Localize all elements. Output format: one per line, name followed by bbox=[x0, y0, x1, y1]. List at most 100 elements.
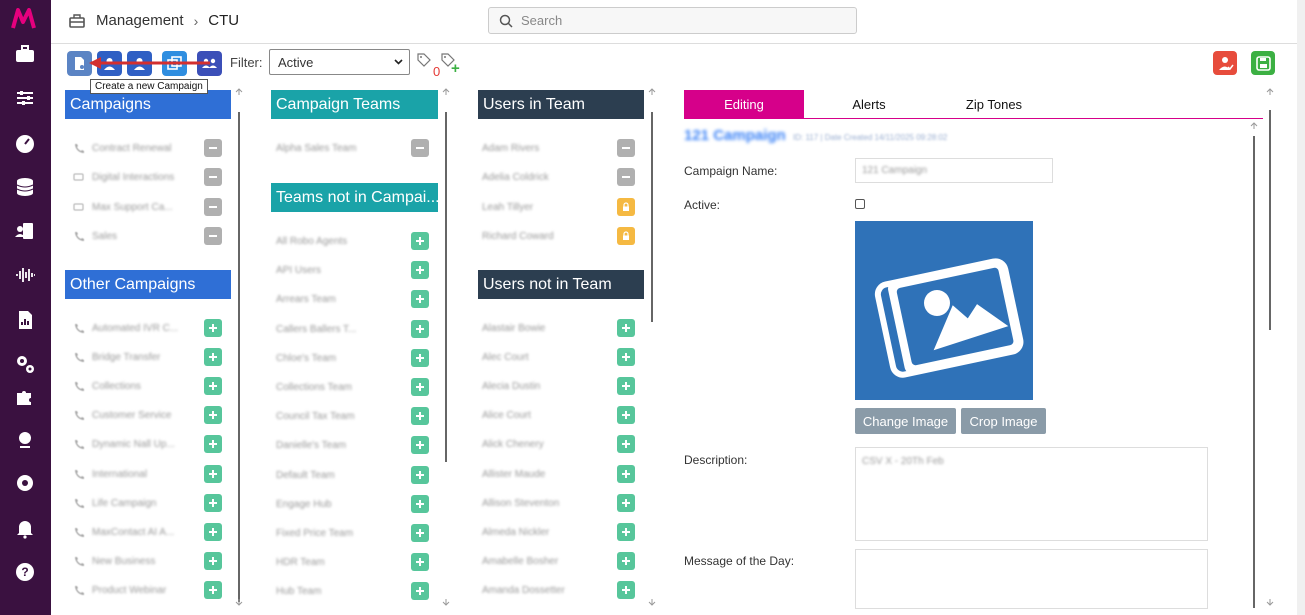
sliders-icon[interactable] bbox=[13, 86, 37, 110]
list-item[interactable]: Council Tax Team bbox=[276, 402, 426, 431]
add-button[interactable] bbox=[204, 580, 222, 599]
add-button[interactable] bbox=[617, 406, 635, 425]
list-item[interactable]: Allister Maude bbox=[482, 460, 632, 489]
add-button[interactable] bbox=[617, 377, 635, 396]
lock-button[interactable] bbox=[617, 226, 635, 245]
add-button[interactable] bbox=[204, 348, 222, 367]
teams-scrollbar[interactable] bbox=[442, 88, 450, 608]
add-button[interactable] bbox=[411, 407, 429, 426]
add-button[interactable] bbox=[411, 319, 429, 338]
scroll-up-icon[interactable] bbox=[235, 88, 243, 96]
list-item[interactable]: Automated IVR C... bbox=[73, 314, 223, 343]
list-item[interactable]: Amanda Dossetter bbox=[482, 576, 632, 605]
crop-image-button[interactable]: Crop Image bbox=[961, 408, 1046, 434]
list-item[interactable]: All Robo Agents bbox=[276, 227, 426, 256]
list-item[interactable]: HDR Team bbox=[276, 548, 426, 577]
list-item[interactable]: API Users bbox=[276, 256, 426, 285]
add-button[interactable] bbox=[204, 435, 222, 454]
contacts-icon[interactable] bbox=[13, 219, 37, 243]
add-button[interactable] bbox=[204, 319, 222, 337]
change-image-button[interactable]: Change Image bbox=[855, 408, 956, 434]
add-button[interactable] bbox=[204, 551, 222, 570]
briefcase-icon[interactable] bbox=[13, 42, 37, 66]
breadcrumb-root[interactable]: Management bbox=[96, 12, 184, 29]
list-item[interactable]: Richard Coward bbox=[482, 222, 632, 251]
add-button[interactable] bbox=[411, 524, 429, 542]
add-button[interactable] bbox=[411, 261, 429, 280]
remove-button[interactable] bbox=[204, 226, 222, 245]
motd-textarea[interactable] bbox=[855, 549, 1208, 609]
remove-button[interactable] bbox=[204, 139, 222, 157]
headset-icon[interactable] bbox=[13, 427, 37, 451]
add-tag-plus[interactable]: + bbox=[451, 60, 460, 77]
list-item[interactable]: Callers Ballers T... bbox=[276, 315, 426, 344]
add-button[interactable] bbox=[411, 465, 429, 484]
list-item[interactable]: Arrears Team bbox=[276, 285, 426, 314]
filter-select[interactable]: Active bbox=[269, 49, 410, 75]
list-item[interactable]: Default Team bbox=[276, 461, 426, 490]
add-button[interactable] bbox=[204, 522, 222, 541]
bell-icon[interactable] bbox=[13, 516, 37, 540]
list-item[interactable]: Max Support Ca... bbox=[73, 193, 223, 222]
add-button[interactable] bbox=[411, 436, 429, 455]
list-item[interactable]: Dynamic Nall Up... bbox=[73, 430, 223, 459]
list-item[interactable]: Alice Court bbox=[482, 401, 632, 430]
list-item[interactable]: Fixed Price Team bbox=[276, 519, 426, 548]
list-item[interactable]: New Business bbox=[73, 547, 223, 576]
list-item[interactable]: Alick Chenery bbox=[482, 430, 632, 459]
add-button[interactable] bbox=[411, 553, 429, 572]
list-item[interactable]: Adam Rivers bbox=[482, 134, 632, 163]
list-item[interactable]: Chloe's Team bbox=[276, 344, 426, 373]
app-logo-icon[interactable] bbox=[11, 8, 39, 30]
save-button[interactable] bbox=[1251, 51, 1275, 75]
add-button[interactable] bbox=[411, 582, 429, 601]
lock-button[interactable] bbox=[617, 197, 635, 216]
add-button[interactable] bbox=[204, 464, 222, 483]
list-item[interactable]: Leah Tillyer bbox=[482, 193, 632, 222]
database-icon[interactable] bbox=[13, 175, 37, 199]
list-item[interactable]: Alastair Bowie bbox=[482, 314, 632, 343]
scroll-down-icon[interactable] bbox=[235, 598, 243, 606]
report-icon[interactable] bbox=[13, 308, 37, 332]
remove-button[interactable] bbox=[204, 168, 222, 187]
list-item[interactable]: Life Campaign bbox=[73, 489, 223, 518]
list-item[interactable]: Digital Interactions bbox=[73, 163, 223, 192]
remove-button[interactable] bbox=[411, 139, 429, 157]
add-button[interactable] bbox=[411, 494, 429, 513]
remove-button[interactable] bbox=[617, 168, 635, 187]
tag-icon[interactable] bbox=[417, 53, 431, 67]
list-item[interactable]: Customer Service bbox=[73, 401, 223, 430]
scroll-up-icon[interactable] bbox=[1266, 88, 1274, 96]
remove-button[interactable] bbox=[204, 197, 222, 216]
form-scrollbar[interactable] bbox=[1250, 122, 1258, 608]
remove-button[interactable] bbox=[617, 139, 635, 157]
add-button[interactable] bbox=[411, 232, 429, 250]
scroll-down-icon[interactable] bbox=[648, 598, 656, 606]
add-button[interactable] bbox=[617, 493, 635, 512]
add-button[interactable] bbox=[617, 319, 635, 337]
list-item[interactable]: Product Webinar bbox=[73, 576, 223, 605]
add-button[interactable] bbox=[617, 464, 635, 483]
remove-user-button[interactable] bbox=[1213, 51, 1237, 75]
add-button[interactable] bbox=[204, 406, 222, 425]
add-button[interactable] bbox=[204, 377, 222, 396]
list-item[interactable]: Collections bbox=[73, 372, 223, 401]
detail-scrollbar[interactable] bbox=[1266, 88, 1274, 608]
list-item[interactable]: Bridge Transfer bbox=[73, 343, 223, 372]
audio-wave-icon[interactable] bbox=[13, 263, 37, 287]
list-item[interactable]: Alpha Sales Team bbox=[276, 134, 426, 163]
add-button[interactable] bbox=[617, 580, 635, 599]
scroll-up-icon[interactable] bbox=[442, 88, 450, 96]
scroll-up-icon[interactable] bbox=[648, 88, 656, 96]
add-button[interactable] bbox=[617, 522, 635, 541]
page-scrollbar[interactable] bbox=[1297, 0, 1305, 615]
list-item[interactable]: Hub Team bbox=[276, 577, 426, 606]
list-item[interactable]: Adelia Coldrick bbox=[482, 163, 632, 192]
description-textarea[interactable]: CSV X - 20Th Feb bbox=[855, 447, 1208, 541]
puzzle-icon[interactable] bbox=[13, 384, 37, 408]
add-button[interactable] bbox=[411, 348, 429, 367]
add-button[interactable] bbox=[411, 378, 429, 396]
list-item[interactable]: Contract Renewal bbox=[73, 134, 223, 163]
list-item[interactable]: Alec Court bbox=[482, 343, 632, 372]
tab-alerts[interactable]: Alerts bbox=[809, 90, 929, 118]
